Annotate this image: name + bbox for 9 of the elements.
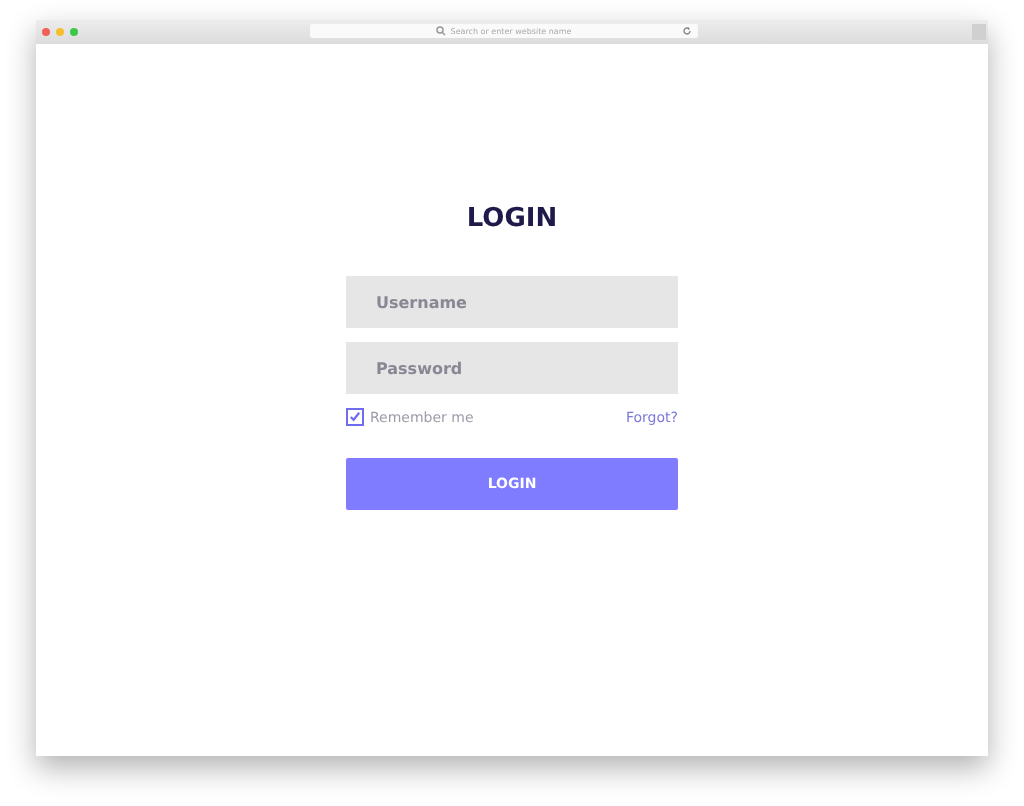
reload-icon[interactable] [682,26,692,36]
close-icon[interactable] [42,28,50,36]
minimize-icon[interactable] [56,28,64,36]
remember-checkbox[interactable] [346,408,364,426]
password-field[interactable]: Password [346,342,678,394]
search-icon [436,26,447,36]
maximize-icon[interactable] [70,28,78,36]
username-field[interactable]: Username [346,276,678,328]
login-title: LOGIN [464,204,560,236]
